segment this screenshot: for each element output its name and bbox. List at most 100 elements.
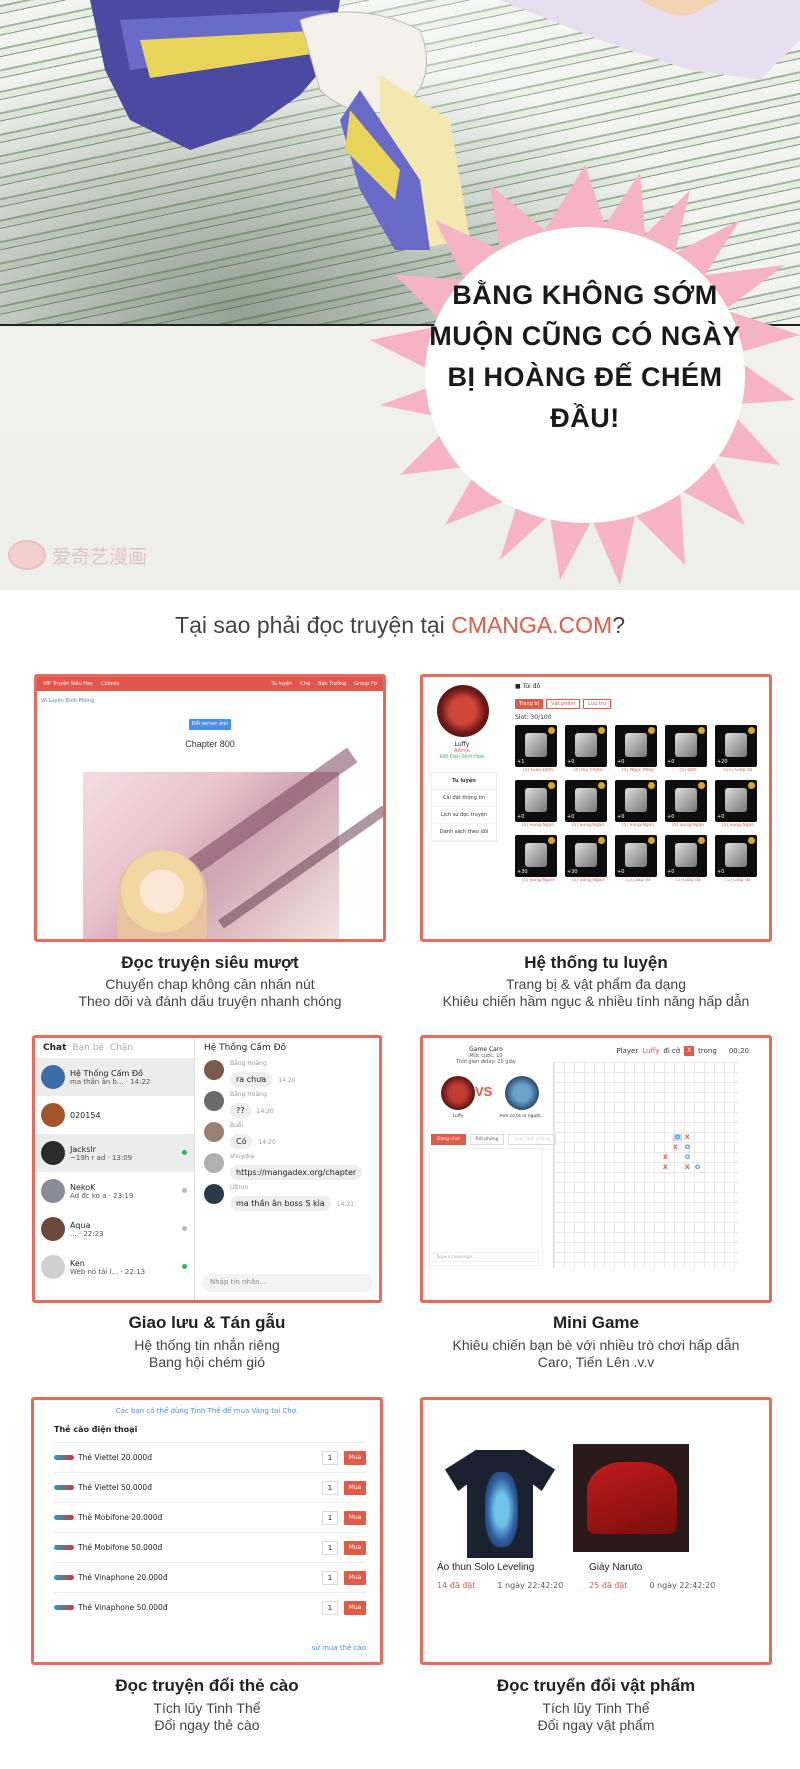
product-name[interactable]: Giày Naruto	[589, 1562, 642, 1573]
avatar	[41, 1179, 65, 1203]
nav-item[interactable]: VIP Truyện Siêu Hay	[43, 681, 93, 687]
inventory-slot[interactable]: +0 [5] Giáp dà	[615, 835, 661, 883]
avatar	[41, 1103, 65, 1127]
chapter-title: Chapter 800	[185, 739, 235, 749]
profile-menu: Tu luyện Cài đặt thông tin Lịch sử đọc t…	[431, 772, 497, 842]
chat-contact[interactable]: Hệ Thống Cấm Đồ ma thần ân b... · 14:22	[35, 1058, 194, 1096]
menu-item[interactable]: Cài đặt thông tin	[432, 790, 496, 807]
item-label: [5] Giao Đêm	[522, 768, 554, 773]
nav-item[interactable]: Cblovis	[101, 681, 119, 687]
tab-chat[interactable]: Chat	[43, 1043, 66, 1053]
quantity-input[interactable]: 1	[322, 1450, 338, 1465]
quantity-input[interactable]: 1	[322, 1570, 338, 1585]
buy-button[interactable]: Mua	[344, 1510, 366, 1525]
inventory-slot[interactable]: +0 [5] Đơn	[665, 725, 711, 773]
item-level: +0	[617, 759, 625, 765]
item-level: +0	[667, 759, 675, 765]
message-bubble: Bằng Hoàng ra chưa 14:20	[230, 1060, 295, 1087]
buy-button[interactable]: Mua	[344, 1480, 366, 1495]
inventory-slot[interactable]: +0 [4] Rìu Chiến	[565, 725, 611, 773]
purchase-history-link[interactable]: sử mua thẻ cào	[312, 1644, 366, 1652]
buy-button[interactable]: Mua	[344, 1450, 366, 1465]
kick-button[interactable]: Loại khỏi phòng	[508, 1134, 557, 1145]
menu-item[interactable]: Lịch sử đọc truyện	[432, 807, 496, 824]
avatar	[204, 1091, 224, 1111]
tab-items[interactable]: Vật phẩm	[545, 699, 581, 709]
nav-item[interactable]: Tu luyện	[271, 681, 292, 687]
game-chat: Type a message...	[429, 1148, 543, 1266]
watermark-logo-icon	[8, 540, 46, 570]
leave-room-button[interactable]: Rời phòng	[469, 1134, 505, 1145]
card-name: Thẻ Vinaphone 20.000đ	[78, 1573, 168, 1582]
buy-button[interactable]: Mua	[344, 1570, 366, 1585]
chat-contact[interactable]: NekoK Ad đc ko a · 23:19	[35, 1172, 194, 1210]
menu-item[interactable]: Tu luyện	[432, 773, 496, 790]
item-label: [5] Đơn	[679, 768, 697, 773]
shoe-image[interactable]	[573, 1444, 689, 1552]
tab-blocked[interactable]: Chặn	[110, 1043, 133, 1053]
message-time: 14:20	[258, 1139, 276, 1146]
inventory-slot[interactable]: +0 [5] Súng Ngắn	[565, 780, 611, 828]
product-meta: 14 đã đặt 1 ngày 22:42:20	[437, 1581, 564, 1590]
contact-last-message: Web nó tải l... · 22:13	[70, 1267, 146, 1276]
item-label: [5] Giáp dà	[625, 878, 651, 883]
turn-status: Player Luffy đi cờ X trong 00:20	[616, 1046, 749, 1056]
feature-desc: Chuyển chap không cần nhấn nút	[105, 976, 315, 992]
contact-name: Hệ Thống Cấm Đồ	[70, 1068, 143, 1078]
message-author: shuydra	[230, 1153, 255, 1160]
tab-equipment[interactable]: Trang bị	[515, 699, 543, 709]
item-icon: +30	[565, 835, 607, 877]
card-name: Thẻ Vinaphone 50.000đ	[78, 1603, 168, 1612]
game-chat-input[interactable]: Type a message...	[433, 1252, 539, 1262]
avatar	[41, 1255, 65, 1279]
menu-item[interactable]: Danh sách theo dõi	[432, 824, 496, 841]
inventory-slot[interactable]: +0 [5] Súng Ngắn	[665, 780, 711, 828]
inventory-slot[interactable]: +30 [5] Súng Ngắn	[515, 835, 561, 883]
status-dot	[182, 1226, 187, 1231]
feature-desc: Tích lũy Tinh Thể	[153, 1700, 261, 1716]
nav-item[interactable]: Chợ	[300, 681, 310, 687]
speech-bubble-text: BẰNG KHÔNG SỚM MUỘN CŨNG CÓ NGÀY BỊ HOÀN…	[429, 280, 741, 433]
tshirt-image[interactable]	[445, 1450, 555, 1558]
chat-contact[interactable]: Ken Web nó tải l... · 22:13	[35, 1248, 194, 1286]
watermark: 爱奇艺漫画	[8, 540, 147, 570]
quantity-input[interactable]: 1	[322, 1540, 338, 1555]
chat-contact[interactable]: 020154	[35, 1096, 194, 1134]
product-name[interactable]: Áo thun Solo Leveling	[437, 1562, 534, 1573]
tab-storage[interactable]: Lưu trữ	[583, 699, 612, 709]
chat-tabs: Chat Bạn bè Chặn	[35, 1038, 194, 1058]
nav-item[interactable]: Bảo Trưởng	[318, 681, 346, 687]
inventory-slot[interactable]: +0 [5] Súng Ngắn	[615, 780, 661, 828]
feature-desc: Bang hội chém gió	[149, 1354, 265, 1370]
chat-contact[interactable]: Aqua... · 22:23	[35, 1210, 194, 1248]
buy-button[interactable]: Mua	[344, 1600, 366, 1615]
tab-friends[interactable]: Bạn bè	[72, 1043, 104, 1053]
playing-button[interactable]: Đang chơi	[431, 1134, 466, 1145]
inventory-slot[interactable]: +0 [5] Ngọc Phép	[615, 725, 661, 773]
inventory-slot[interactable]: +0 [5] Giáp dà	[665, 835, 711, 883]
inventory-slot[interactable]: +1 [5] Giao Đêm	[515, 725, 561, 773]
chat-message: Ultron ma thần ân boss S kìa 14:21	[196, 1182, 379, 1213]
chat-contact[interactable]: Jackslr ~19h r ad · 13:09	[35, 1134, 194, 1172]
buy-button[interactable]: Mua	[344, 1540, 366, 1555]
inventory-slot[interactable]: +30 [5] Súng Ngắn	[565, 835, 611, 883]
quantity-input[interactable]: 1	[322, 1510, 338, 1525]
inventory-slot[interactable]: +20 [5+] Giáp dà	[715, 725, 761, 773]
caro-board[interactable]: O X X O O X X X O	[553, 1062, 738, 1268]
feature-desc: Hệ thống tin nhắn riêng	[134, 1337, 280, 1353]
avatar	[41, 1141, 65, 1165]
quantity-input[interactable]: 1	[322, 1600, 338, 1615]
message-input[interactable]: Nhập tin nhắn...	[202, 1274, 373, 1292]
item-icon: +0	[615, 780, 657, 822]
section-heading: Thẻ cào điện thoại	[54, 1425, 138, 1434]
message-author: Bằng Hoàng	[230, 1091, 267, 1098]
breadcrumb[interactable]: Võ Luyện Đỉnh Phong	[37, 691, 383, 711]
inventory-slot[interactable]: +0 [5] Súng Ngắn	[715, 780, 761, 828]
inventory-slot[interactable]: +0 [5] Súng Ngắn	[515, 780, 561, 828]
nav-item[interactable]: Group Fb	[354, 681, 377, 687]
inventory-slot[interactable]: +0 [5] Giáp dà	[715, 835, 761, 883]
change-server-button[interactable]: Đổi server ảnh	[189, 719, 231, 730]
carrier-logo-icon	[54, 1485, 74, 1490]
quantity-input[interactable]: 1	[322, 1480, 338, 1495]
brand-link[interactable]: CMANGA.COM	[451, 612, 612, 638]
